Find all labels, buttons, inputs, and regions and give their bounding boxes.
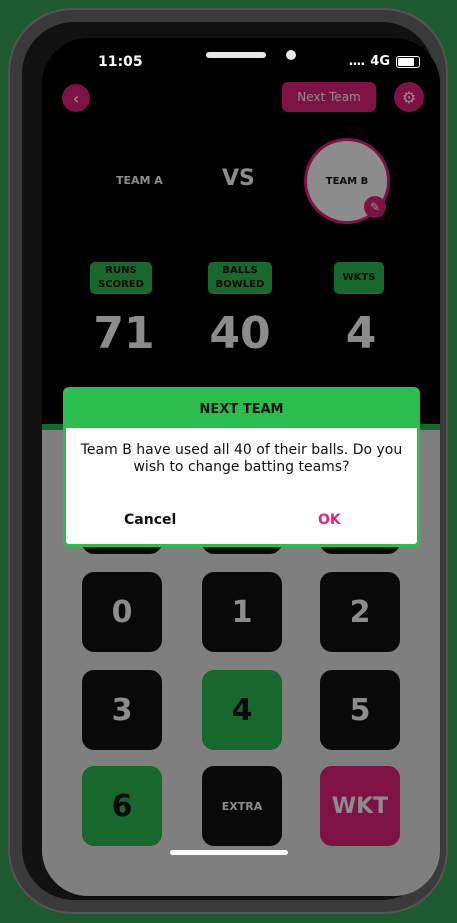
- camera: [286, 50, 296, 60]
- status-time: 11:05: [98, 54, 143, 70]
- ok-button[interactable]: OK: [318, 512, 341, 528]
- status-icons: .... 4G: [349, 54, 420, 69]
- battery-icon: [396, 55, 420, 68]
- home-indicator[interactable]: [170, 850, 288, 855]
- cancel-button[interactable]: Cancel: [124, 512, 176, 528]
- dialog-title: NEXT TEAM: [66, 390, 417, 428]
- notch: [134, 38, 348, 72]
- network-label: 4G: [370, 54, 390, 69]
- dialog-message: Team B have used all 40 of their balls. …: [80, 442, 403, 475]
- signal-icon: ....: [348, 54, 366, 69]
- next-team-dialog: NEXT TEAM Team B have used all 40 of the…: [63, 387, 420, 547]
- speaker: [206, 52, 266, 58]
